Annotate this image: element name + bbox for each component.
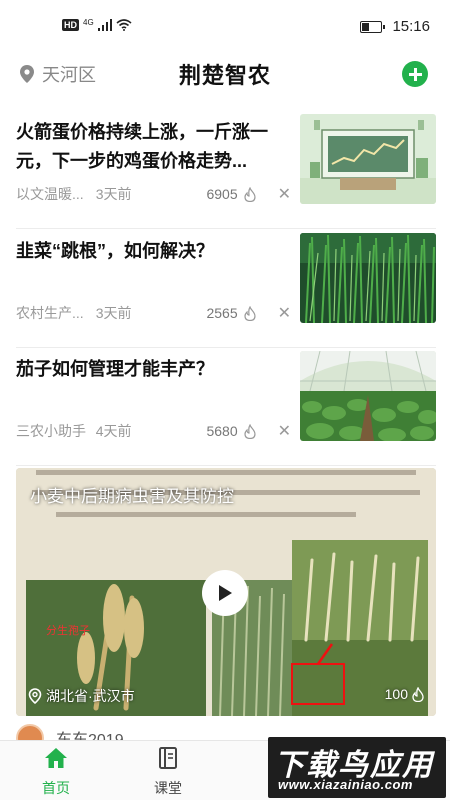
play-button[interactable] [202, 570, 248, 616]
article-item[interactable]: 火箭蛋价格持续上涨，一斤涨一元，下一步的鸡蛋价格走势... 以文温暖... 3天… [16, 114, 436, 229]
video-card[interactable]: 分生孢子 小麦中后期病虫害及其防控 湖北省·武汉市 100 [16, 468, 436, 716]
article-source: 农村生产... [16, 305, 84, 321]
article-meta: 三农小助手 4天前 5680 ✕ [16, 421, 291, 441]
wifi-icon [116, 19, 132, 31]
article-time: 3天前 [95, 305, 132, 321]
status-right: 15:16 [360, 18, 430, 35]
dismiss-icon[interactable]: ✕ [278, 184, 291, 204]
status-bar: HD 4G 15:16 [0, 0, 450, 52]
flame-icon [244, 423, 256, 439]
location-pin-icon [28, 688, 42, 704]
article-thumbnail [300, 114, 436, 204]
article-views: 5680 [206, 423, 238, 439]
video-location-text: 湖北省·武汉市 [46, 688, 135, 704]
video-views: 100 [385, 686, 424, 702]
article-time: 3天前 [95, 186, 132, 202]
article-thumbnail [300, 351, 436, 441]
page-title: 荆楚智农 [178, 63, 271, 88]
article-views: 2565 [206, 305, 238, 321]
article-meta: 农村生产... 3天前 2565 ✕ [16, 303, 291, 323]
status-left: HD 4G [62, 17, 132, 31]
svg-text:分生孢子: 分生孢子 [46, 623, 90, 637]
battery-icon [360, 20, 386, 33]
article-title: 火箭蛋价格持续上涨，一斤涨一元，下一步的鸡蛋价格走势... [16, 122, 268, 171]
article-item[interactable]: 韭菜“跳根”，如何解决？ 农村生产... 3天前 2565 ✕ [16, 233, 436, 348]
article-thumbnail [300, 233, 436, 323]
tab-classroom-label: 课堂 [154, 780, 182, 796]
article-meta: 以文温暖... 3天前 6905 ✕ [16, 184, 291, 204]
article-title: 茄子如何管理才能丰产？ [16, 359, 214, 379]
article-title: 韭菜“跳根”，如何解决？ [16, 241, 214, 261]
video-views-count: 100 [384, 686, 408, 702]
battery-level [362, 22, 370, 31]
dismiss-icon[interactable]: ✕ [278, 421, 291, 441]
tab-home-label: 首页 [42, 780, 70, 796]
article-views: 6905 [206, 186, 238, 202]
flame-icon [244, 305, 256, 321]
watermark-url: www.xiazainiao.com [278, 777, 413, 792]
status-time: 15:16 [392, 18, 430, 35]
signal-icon [97, 19, 112, 31]
add-button[interactable] [402, 61, 428, 87]
book-icon [159, 747, 177, 769]
article-source: 三农小助手 [16, 423, 86, 439]
article-source: 以文温暖... [16, 186, 84, 202]
watermark-logo: 下载鸟应用 www.xiazainiao.com [268, 737, 446, 798]
hd-badge: HD [62, 19, 79, 31]
article-time: 4天前 [95, 423, 132, 439]
video-location: 湖北省·武汉市 [28, 686, 135, 706]
play-icon [219, 585, 232, 601]
dismiss-icon[interactable]: ✕ [278, 303, 291, 323]
tab-classroom[interactable]: 课堂 [138, 747, 198, 798]
network-type: 4G [83, 17, 94, 27]
flame-icon [412, 686, 424, 702]
flame-icon [244, 186, 256, 202]
app-header: 天河区 荆楚智农 [0, 52, 450, 96]
article-item[interactable]: 茄子如何管理才能丰产？ 三农小助手 4天前 5680 ✕ [16, 351, 436, 466]
home-icon [45, 748, 67, 768]
tab-home[interactable]: 首页 [26, 747, 86, 798]
video-title: 小麦中后期病虫害及其防控 [30, 487, 234, 506]
